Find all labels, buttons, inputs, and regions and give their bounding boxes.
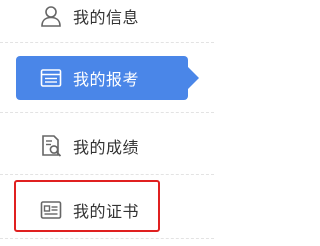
sidebar-menu: 我的信息 我的报考 我的成绩 我的证书: [0, 0, 214, 246]
divider: [0, 174, 214, 175]
divider: [0, 42, 214, 43]
sidebar-item-my-info[interactable]: 我的信息: [16, 0, 188, 38]
user-icon: [41, 6, 61, 27]
sidebar-item-my-scores[interactable]: 我的成绩: [16, 124, 188, 168]
application-form-icon: [40, 69, 62, 87]
highlight-box: [14, 180, 160, 232]
score-report-icon: [42, 135, 62, 157]
sidebar-item-label: 我的信息: [73, 8, 140, 27]
sidebar-item-my-application[interactable]: 我的报考: [16, 56, 188, 100]
divider: [0, 238, 214, 239]
divider: [0, 112, 214, 113]
sidebar-item-label: 我的报考: [73, 70, 140, 89]
sidebar-item-label: 我的成绩: [73, 138, 140, 157]
